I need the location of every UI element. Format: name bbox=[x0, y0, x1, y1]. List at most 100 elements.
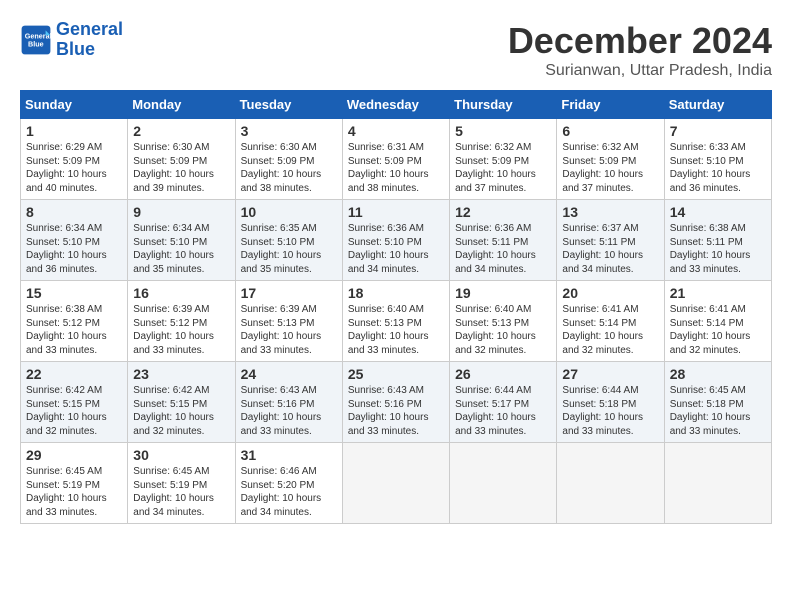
day-info: Sunrise: 6:43 AM Sunset: 5:16 PM Dayligh… bbox=[348, 384, 444, 438]
day-info: Sunrise: 6:34 AM Sunset: 5:10 PM Dayligh… bbox=[26, 222, 122, 276]
day-number: 8 bbox=[26, 204, 122, 220]
table-row: 16 Sunrise: 6:39 AM Sunset: 5:12 PM Dayli… bbox=[128, 281, 235, 362]
day-info: Sunrise: 6:32 AM Sunset: 5:09 PM Dayligh… bbox=[455, 141, 551, 195]
day-number: 5 bbox=[455, 123, 551, 139]
day-number: 7 bbox=[670, 123, 766, 139]
day-number: 20 bbox=[562, 285, 658, 301]
month-title: December 2024 bbox=[508, 20, 772, 62]
table-row: 11Sunrise: 6:36 AM Sunset: 5:10 PM Dayli… bbox=[342, 200, 449, 281]
table-row: 18Sunrise: 6:40 AM Sunset: 5:13 PM Dayli… bbox=[342, 281, 449, 362]
table-row: 15 Sunrise: 6:38 AM Sunset: 5:12 PM Dayli… bbox=[21, 281, 128, 362]
day-info: Sunrise: 6:45 AM Sunset: 5:19 PM Dayligh… bbox=[133, 465, 229, 519]
day-number: 30 bbox=[133, 447, 229, 463]
table-row bbox=[450, 443, 557, 524]
day-info: Sunrise: 6:44 AM Sunset: 5:17 PM Dayligh… bbox=[455, 384, 551, 438]
day-number: 13 bbox=[562, 204, 658, 220]
location-subtitle: Surianwan, Uttar Pradesh, India bbox=[508, 62, 772, 80]
day-info: Sunrise: 6:45 AM Sunset: 5:18 PM Dayligh… bbox=[670, 384, 766, 438]
table-row: 20 Sunrise: 6:41 AM Sunset: 5:14 PM Dayli… bbox=[557, 281, 664, 362]
day-info: Sunrise: 6:31 AM Sunset: 5:09 PM Dayligh… bbox=[348, 141, 444, 195]
col-friday: Friday bbox=[557, 91, 664, 119]
day-info: Sunrise: 6:45 AM Sunset: 5:19 PM Dayligh… bbox=[26, 465, 122, 519]
table-row: 10 Sunrise: 6:35 AM Sunset: 5:10 PM Dayli… bbox=[235, 200, 342, 281]
day-info: Sunrise: 6:44 AM Sunset: 5:18 PM Dayligh… bbox=[562, 384, 658, 438]
table-row: 27 Sunrise: 6:44 AM Sunset: 5:18 PM Dayli… bbox=[557, 362, 664, 443]
table-row: 14Sunrise: 6:38 AM Sunset: 5:11 PM Dayli… bbox=[664, 200, 771, 281]
table-row bbox=[342, 443, 449, 524]
day-number: 29 bbox=[26, 447, 122, 463]
calendar-week-row-2: 8 Sunrise: 6:34 AM Sunset: 5:10 PM Daylig… bbox=[21, 200, 772, 281]
day-info: Sunrise: 6:41 AM Sunset: 5:14 PM Dayligh… bbox=[562, 303, 658, 357]
day-info: Sunrise: 6:36 AM Sunset: 5:10 PM Dayligh… bbox=[348, 222, 444, 276]
title-block: December 2024 Surianwan, Uttar Pradesh, … bbox=[508, 20, 772, 80]
col-tuesday: Tuesday bbox=[235, 91, 342, 119]
logo: General Blue General Blue bbox=[20, 20, 123, 60]
day-number: 25 bbox=[348, 366, 444, 382]
day-info: Sunrise: 6:40 AM Sunset: 5:13 PM Dayligh… bbox=[348, 303, 444, 357]
day-number: 3 bbox=[241, 123, 337, 139]
col-wednesday: Wednesday bbox=[342, 91, 449, 119]
day-number: 14 bbox=[670, 204, 766, 220]
day-number: 4 bbox=[348, 123, 444, 139]
table-row: 5 Sunrise: 6:32 AM Sunset: 5:09 PM Daylig… bbox=[450, 119, 557, 200]
table-row: 12 Sunrise: 6:36 AM Sunset: 5:11 PM Dayli… bbox=[450, 200, 557, 281]
day-number: 1 bbox=[26, 123, 122, 139]
day-info: Sunrise: 6:36 AM Sunset: 5:11 PM Dayligh… bbox=[455, 222, 551, 276]
table-row: 6 Sunrise: 6:32 AM Sunset: 5:09 PM Daylig… bbox=[557, 119, 664, 200]
day-number: 10 bbox=[241, 204, 337, 220]
table-row: 7 Sunrise: 6:33 AM Sunset: 5:10 PM Daylig… bbox=[664, 119, 771, 200]
day-number: 24 bbox=[241, 366, 337, 382]
col-sunday: Sunday bbox=[21, 91, 128, 119]
day-info: Sunrise: 6:42 AM Sunset: 5:15 PM Dayligh… bbox=[26, 384, 122, 438]
day-info: Sunrise: 6:34 AM Sunset: 5:10 PM Dayligh… bbox=[133, 222, 229, 276]
col-saturday: Saturday bbox=[664, 91, 771, 119]
day-info: Sunrise: 6:46 AM Sunset: 5:20 PM Dayligh… bbox=[241, 465, 337, 519]
calendar-header-row: Sunday Monday Tuesday Wednesday Thursday… bbox=[21, 91, 772, 119]
table-row: 19 Sunrise: 6:40 AM Sunset: 5:13 PM Dayli… bbox=[450, 281, 557, 362]
table-row: 4 Sunrise: 6:31 AM Sunset: 5:09 PM Daylig… bbox=[342, 119, 449, 200]
day-number: 26 bbox=[455, 366, 551, 382]
day-info: Sunrise: 6:35 AM Sunset: 5:10 PM Dayligh… bbox=[241, 222, 337, 276]
day-number: 27 bbox=[562, 366, 658, 382]
day-number: 31 bbox=[241, 447, 337, 463]
calendar-table: Sunday Monday Tuesday Wednesday Thursday… bbox=[20, 90, 772, 524]
table-row bbox=[557, 443, 664, 524]
table-row: 26 Sunrise: 6:44 AM Sunset: 5:17 PM Dayli… bbox=[450, 362, 557, 443]
day-number: 12 bbox=[455, 204, 551, 220]
calendar-week-row-1: 1 Sunrise: 6:29 AM Sunset: 5:09 PM Daylig… bbox=[21, 119, 772, 200]
table-row: 24 Sunrise: 6:43 AM Sunset: 5:16 PM Dayli… bbox=[235, 362, 342, 443]
table-row: 13Sunrise: 6:37 AM Sunset: 5:11 PM Dayli… bbox=[557, 200, 664, 281]
table-row: 22 Sunrise: 6:42 AM Sunset: 5:15 PM Dayli… bbox=[21, 362, 128, 443]
page-header: General Blue General Blue December 2024 … bbox=[20, 20, 772, 80]
day-number: 22 bbox=[26, 366, 122, 382]
table-row: 8 Sunrise: 6:34 AM Sunset: 5:10 PM Daylig… bbox=[21, 200, 128, 281]
table-row: 28Sunrise: 6:45 AM Sunset: 5:18 PM Dayli… bbox=[664, 362, 771, 443]
day-number: 15 bbox=[26, 285, 122, 301]
table-row bbox=[664, 443, 771, 524]
day-number: 2 bbox=[133, 123, 229, 139]
day-info: Sunrise: 6:32 AM Sunset: 5:09 PM Dayligh… bbox=[562, 141, 658, 195]
col-monday: Monday bbox=[128, 91, 235, 119]
day-info: Sunrise: 6:33 AM Sunset: 5:10 PM Dayligh… bbox=[670, 141, 766, 195]
day-info: Sunrise: 6:41 AM Sunset: 5:14 PM Dayligh… bbox=[670, 303, 766, 357]
day-number: 9 bbox=[133, 204, 229, 220]
day-number: 19 bbox=[455, 285, 551, 301]
day-number: 23 bbox=[133, 366, 229, 382]
day-info: Sunrise: 6:38 AM Sunset: 5:12 PM Dayligh… bbox=[26, 303, 122, 357]
day-info: Sunrise: 6:30 AM Sunset: 5:09 PM Dayligh… bbox=[241, 141, 337, 195]
day-number: 17 bbox=[241, 285, 337, 301]
day-info: Sunrise: 6:43 AM Sunset: 5:16 PM Dayligh… bbox=[241, 384, 337, 438]
day-info: Sunrise: 6:39 AM Sunset: 5:12 PM Dayligh… bbox=[133, 303, 229, 357]
table-row: 31 Sunrise: 6:46 AM Sunset: 5:20 PM Dayli… bbox=[235, 443, 342, 524]
day-number: 6 bbox=[562, 123, 658, 139]
svg-text:Blue: Blue bbox=[28, 39, 44, 48]
calendar-week-row-5: 29 Sunrise: 6:45 AM Sunset: 5:19 PM Dayli… bbox=[21, 443, 772, 524]
day-number: 16 bbox=[133, 285, 229, 301]
day-info: Sunrise: 6:30 AM Sunset: 5:09 PM Dayligh… bbox=[133, 141, 229, 195]
day-info: Sunrise: 6:29 AM Sunset: 5:09 PM Dayligh… bbox=[26, 141, 122, 195]
table-row: 1 Sunrise: 6:29 AM Sunset: 5:09 PM Daylig… bbox=[21, 119, 128, 200]
table-row: 2 Sunrise: 6:30 AM Sunset: 5:09 PM Daylig… bbox=[128, 119, 235, 200]
col-thursday: Thursday bbox=[450, 91, 557, 119]
day-info: Sunrise: 6:40 AM Sunset: 5:13 PM Dayligh… bbox=[455, 303, 551, 357]
logo-text: General Blue bbox=[56, 20, 123, 60]
